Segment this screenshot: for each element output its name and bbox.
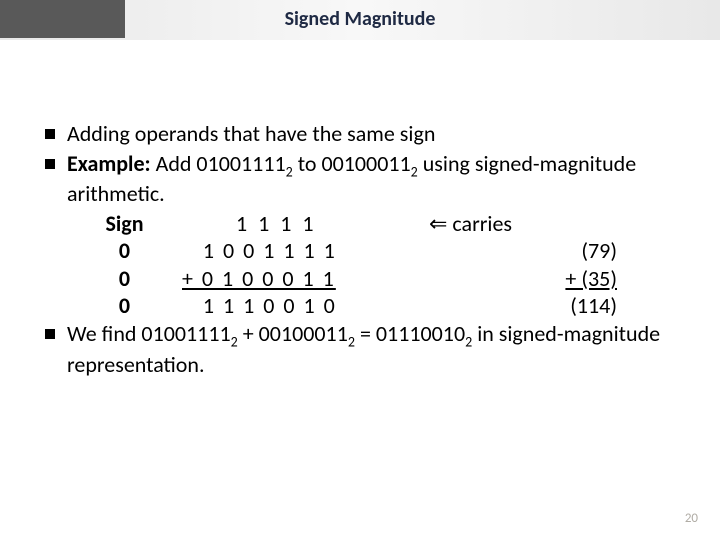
carries-row: Sign 1 1 1 1 ⇐ carries: [67, 210, 685, 238]
worked-example: Sign 1 1 1 1 ⇐ carries 0 1 0 0 1 1 1 1 (…: [67, 210, 685, 320]
operand-dec: (79): [367, 237, 617, 265]
title-bar: Signed Magnitude: [0, 0, 720, 40]
result-dec: (114): [367, 292, 617, 320]
carries-bits: 1 1 1 1: [182, 210, 421, 238]
operand-row: 0 + 0 1 0 0 0 1 1 + (35): [67, 265, 685, 293]
operand-row: 0 1 0 0 1 1 1 1 (79): [67, 237, 685, 265]
bullet-text: We find 010011112 + 001000112 = 01110010…: [67, 320, 685, 378]
bullet-item: Adding operands that have the same sign: [45, 120, 685, 148]
bullet-item: We find 010011112 + 001000112 = 01110010…: [45, 320, 685, 378]
sign-bit: 0: [67, 237, 182, 265]
bullet-item: Example: Add 010011112 to 001000112 usin…: [45, 150, 685, 208]
sign-header: Sign: [67, 210, 182, 238]
operand-bits: 1 0 0 1 1 1 1: [182, 237, 367, 265]
result-row: 0 1 1 1 0 0 1 0 (114): [67, 292, 685, 320]
bullet-square-icon: [45, 129, 55, 139]
page-number: 20: [685, 511, 698, 526]
operand-bits: + 0 1 0 0 0 1 1: [182, 265, 367, 293]
bullet-square-icon: [45, 159, 55, 169]
carries-label: ⇐ carries: [429, 210, 512, 238]
slide-body: Adding operands that have the same sign …: [45, 120, 685, 380]
sign-bit: 0: [67, 292, 182, 320]
bullet-text: Example: Add 010011112 to 001000112 usin…: [67, 150, 685, 208]
operand-dec: + (35): [367, 265, 617, 293]
bullet-text: Adding operands that have the same sign: [67, 120, 685, 148]
result-bits: 1 1 1 0 0 1 0: [182, 292, 367, 320]
slide: Signed Magnitude Adding operands that ha…: [0, 0, 720, 540]
slide-title: Signed Magnitude: [0, 0, 720, 38]
sign-bit: 0: [67, 265, 182, 293]
bullet-square-icon: [45, 329, 55, 339]
